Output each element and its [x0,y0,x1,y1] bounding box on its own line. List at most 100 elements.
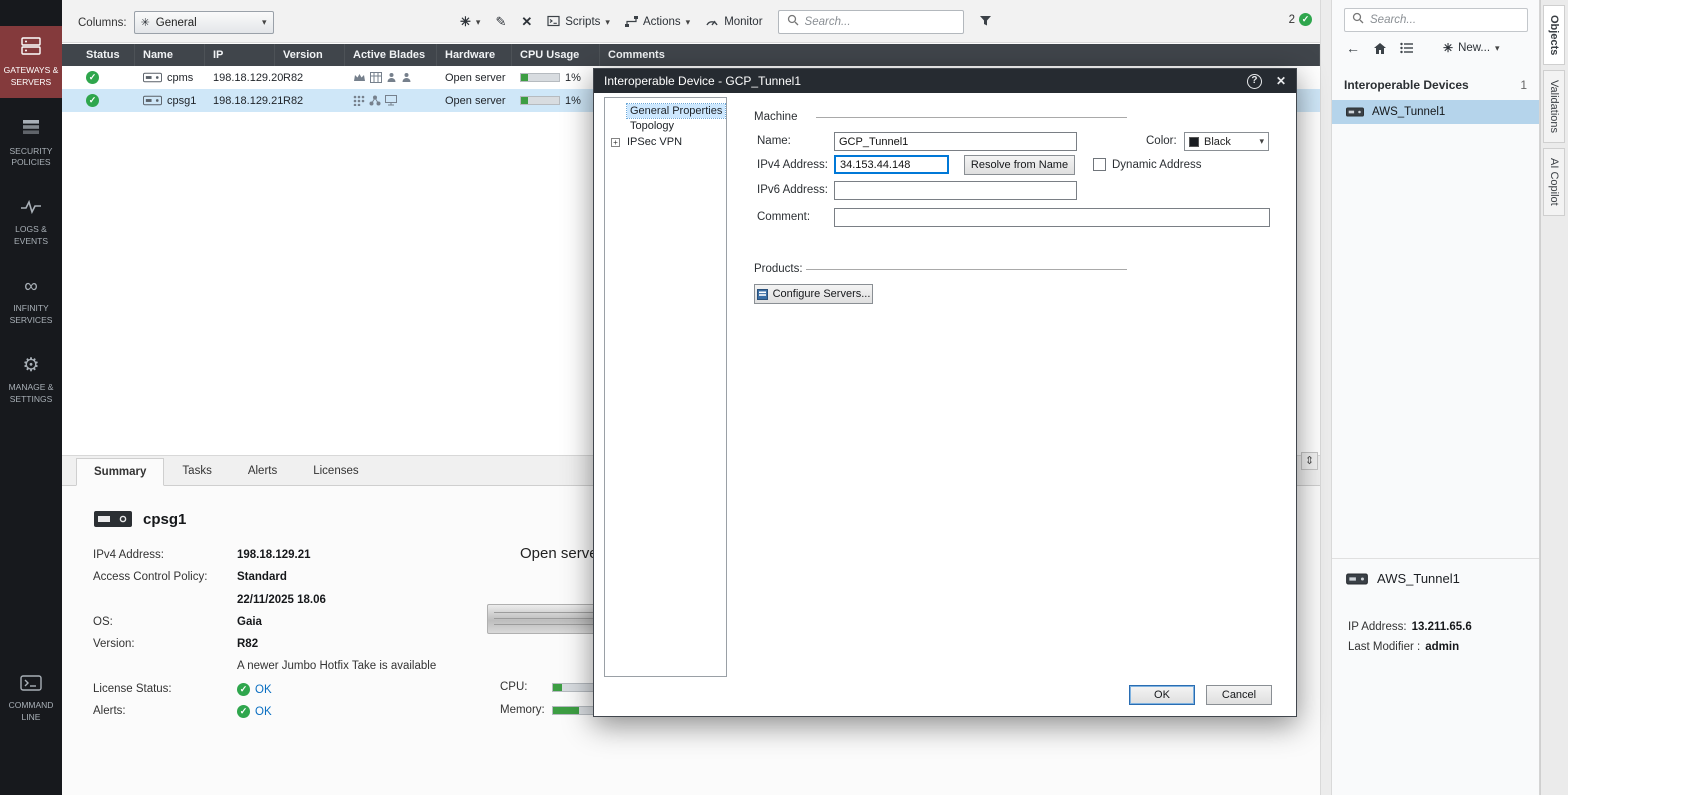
gateway-name: cpms [167,72,193,84]
new-object-button[interactable]: ✳ ▾ [460,14,480,30]
gear-icon: ⚙ [22,356,39,376]
dynamic-address-checkbox[interactable] [1093,158,1106,171]
blade-icon [386,72,397,83]
object-detail-name: AWS_Tunnel1 [1377,571,1460,586]
home-button[interactable] [1373,42,1387,55]
modifier-label: Last Modifier : [1348,641,1420,653]
dialog-titlebar[interactable]: Interoperable Device - GCP_Tunnel1 ? ✕ [594,69,1296,93]
list-view-button[interactable] [1400,42,1414,54]
dialog-title: Interoperable Device - GCP_Tunnel1 [604,74,1233,88]
actions-menu[interactable]: Actions ▾ [625,15,690,30]
color-label: Color: [1146,135,1177,147]
column-header[interactable]: Comments [600,44,1320,66]
field-value: 198.18.129.21 [237,549,311,561]
list-item[interactable]: AWS_Tunnel1 [1332,100,1539,124]
tab-licenses[interactable]: Licenses [295,457,376,485]
tab-tasks[interactable]: Tasks [164,457,229,485]
monitor-label: Monitor [724,16,762,28]
back-button[interactable]: ← [1346,40,1360,56]
scripts-menu[interactable]: Scripts ▾ [547,15,610,30]
tree-item-general-properties[interactable]: General Properties [605,104,726,119]
cpu-usage-value: 1% [565,95,581,107]
help-icon[interactable]: ? [1247,74,1262,89]
profile-icon: ✳ [141,16,150,29]
blade-icon [385,95,397,106]
cpu-cell: 1% [512,66,600,89]
pencil-icon: ✎ [495,14,506,30]
objects-toolbar: ← ✳ New... ▾ [1346,37,1528,59]
objects-search-input[interactable] [1370,14,1520,26]
toolbar-actions: ✳ ▾ ✎ ✕ Scripts ▾ Actions ▾ [460,9,992,35]
home-icon [1373,42,1387,55]
tree-item-label: Topology [627,119,677,133]
cancel-button[interactable]: Cancel [1206,685,1272,705]
field-label: Version: [93,638,237,650]
sidebar-item-command-line[interactable]: COMMAND LINE [0,665,62,733]
tree-item-label: IPSec VPN [624,135,685,149]
name-cell: cpsg1 [135,89,205,112]
sidebar-item-infinity-services[interactable]: ∞ INFINITY SERVICES [0,267,62,336]
dynamic-address-label: Dynamic Address [1112,159,1201,171]
name-input[interactable] [834,132,1077,151]
summary-field: A newer Jumbo Hotfix Take is available [93,660,436,672]
comment-input[interactable] [834,208,1270,227]
list-icon [1400,42,1414,54]
tab-validations[interactable]: Validations [1543,70,1565,143]
ipv6-label: IPv6 Address: [757,184,828,196]
gateways-toolbar: Columns: ✳ General ▾ ✳ ▾ ✎ ✕ Scrip [62,0,1320,43]
new-object-menu[interactable]: ✳ New... ▾ [1443,41,1500,55]
edit-button[interactable]: ✎ [495,14,506,30]
column-header[interactable]: CPU Usage [512,44,600,66]
sidebar-item-manage-settings[interactable]: ⚙ MANAGE & SETTINGS [0,346,62,415]
color-dropdown[interactable]: Black ▾ [1184,132,1269,151]
field-value: R82 [237,638,258,650]
sidebar-item-security-policies[interactable]: SECURITY POLICIES [0,108,62,178]
active-blades-cell [345,89,437,112]
gateway-name: cpsg1 [167,95,196,107]
ipv4-input[interactable] [834,155,949,174]
ip-label: IP Address: [1348,621,1407,633]
nav-spacer [0,425,62,665]
cancel-button-label: Cancel [1222,689,1256,701]
tree-item-topology[interactable]: Topology [605,119,726,134]
sidebar-item-logs-events[interactable]: LOGS & EVENTS [0,189,62,257]
field-value: Standard [237,571,287,583]
new-star-icon: ✳ [1443,41,1453,55]
close-icon[interactable]: ✕ [1276,74,1286,88]
gateways-table-header: Status Name IP Version Active Blades Har… [62,44,1320,66]
ip-value: 13.211.65.6 [1412,621,1472,633]
column-header[interactable]: Name [135,44,205,66]
configure-servers-button[interactable]: Configure Servers... [754,284,873,304]
column-header[interactable]: Status [78,44,135,66]
panel-collapse-button[interactable]: ⇕ [1301,452,1318,470]
license-status-link[interactable]: OK [255,684,272,696]
scripts-label: Scripts [565,16,600,28]
columns-profile-dropdown[interactable]: ✳ General ▾ [134,11,274,34]
search-icon [1352,11,1364,29]
monitor-button[interactable]: Monitor [705,15,762,30]
column-header[interactable]: Version [275,44,345,66]
delete-button[interactable]: ✕ [521,14,532,30]
ipv6-input[interactable] [834,181,1077,200]
expand-plus-icon[interactable]: + [611,138,620,147]
status-cell: ✓ [78,89,135,112]
tab-ai-copilot[interactable]: AI Copilot [1543,148,1565,216]
tab-summary[interactable]: Summary [76,458,164,486]
ok-button[interactable]: OK [1129,685,1195,705]
panel-splitter[interactable] [1320,0,1332,795]
sidebar-item-gateways-servers[interactable]: GATEWAYS & SERVERS [0,26,62,98]
section-count: 1 [1520,78,1527,92]
policy-layers-icon [21,118,41,139]
alerts-status-link[interactable]: OK [255,706,272,718]
column-header[interactable]: IP [205,44,275,66]
tab-alerts[interactable]: Alerts [230,457,295,485]
column-header[interactable]: Active Blades [345,44,437,66]
filter-button[interactable] [979,15,992,30]
resolve-from-name-button[interactable]: Resolve from Name [964,155,1075,175]
tree-item-ipsec-vpn[interactable]: + IPSec VPN [605,134,726,151]
products-section-label: Products: [754,263,803,275]
column-header[interactable]: Hardware [437,44,512,66]
tab-objects[interactable]: Objects [1543,5,1565,65]
field-value: ✓ OK [237,705,272,718]
search-input[interactable] [805,16,955,28]
